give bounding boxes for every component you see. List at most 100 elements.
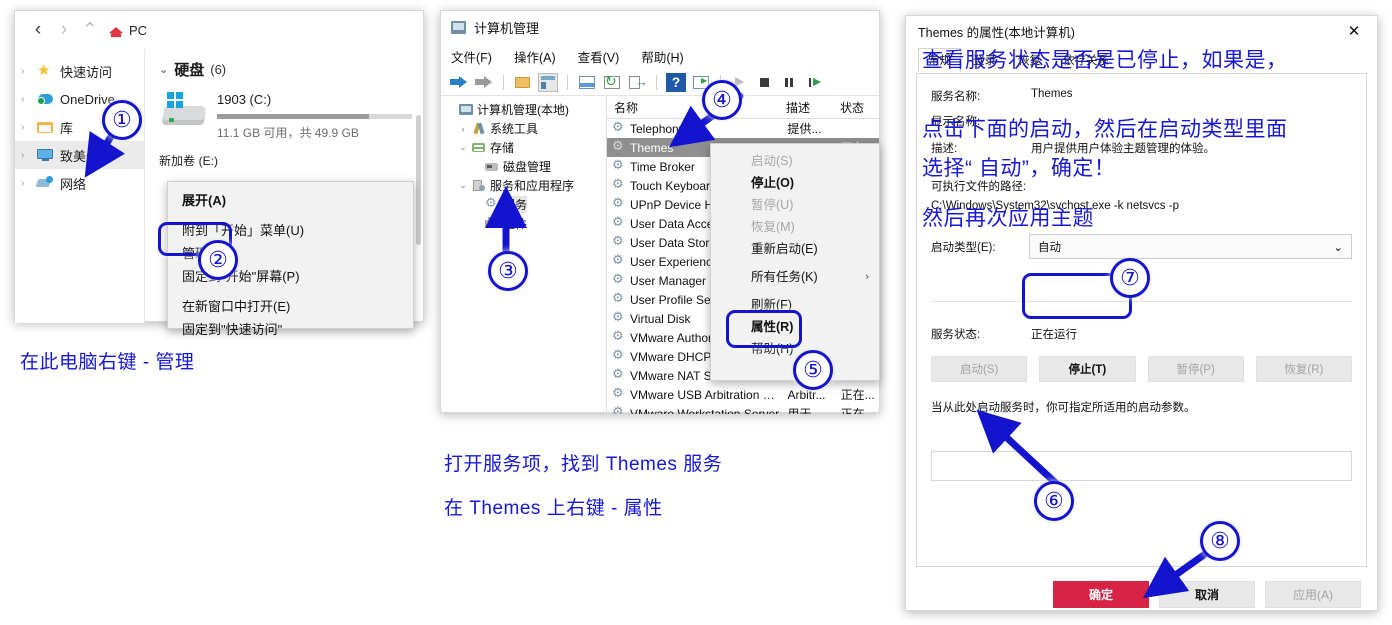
- console-tree-item-label: 系统工具: [490, 120, 538, 137]
- services-apps-icon: [472, 179, 486, 192]
- context-menu-item-expand[interactable]: 展开(A): [168, 189, 413, 212]
- back-button[interactable]: ‹: [25, 19, 51, 41]
- show-hide-tree-icon[interactable]: [538, 73, 558, 92]
- chevron-right-icon[interactable]: ›: [21, 178, 31, 189]
- toolbar-separator: [656, 75, 657, 90]
- context-menu-item-pin-quick-access[interactable]: 固定到"快速访问": [168, 318, 413, 341]
- sidebar-item-label: 库: [60, 118, 73, 137]
- gear-icon: [612, 179, 626, 192]
- refresh-icon[interactable]: [602, 73, 622, 92]
- column-header-description[interactable]: 描述: [779, 99, 833, 116]
- console-tree-item[interactable]: 控件: [445, 214, 606, 233]
- console-tree-item[interactable]: › 系统工具: [445, 119, 606, 138]
- back-icon[interactable]: [449, 73, 469, 92]
- chevron-right-icon[interactable]: ›: [21, 150, 31, 161]
- console-tree-item[interactable]: 磁盘管理: [445, 157, 606, 176]
- service-name: VMware USB Arbitration Ser...: [630, 388, 780, 402]
- star-icon: [37, 64, 54, 79]
- menu-help[interactable]: 帮助(H): [641, 47, 683, 66]
- scrollbar-thumb[interactable]: [416, 115, 421, 245]
- close-icon[interactable]: ✕: [1335, 17, 1373, 45]
- console-tree-item[interactable]: ⌄存储: [445, 138, 606, 157]
- startup-type-select[interactable]: 自动 ⌄: [1029, 234, 1352, 259]
- export-list-icon[interactable]: [627, 73, 647, 92]
- up-button[interactable]: ⌃: [77, 19, 103, 42]
- chevron-icon[interactable]: ⌄: [458, 142, 468, 153]
- menu-view[interactable]: 查看(V): [578, 47, 620, 66]
- service-menu-item[interactable]: 所有任务(K)›: [711, 266, 879, 288]
- forward-button[interactable]: ›: [51, 19, 77, 41]
- console-tree: 计算机管理(本地) › 系统工具⌄存储磁盘管理⌄服务和应用程序服务控件: [441, 96, 607, 414]
- gear-icon: [612, 160, 626, 173]
- stop-service-icon[interactable]: [755, 73, 775, 92]
- properties-icon[interactable]: [577, 73, 597, 92]
- service-name: Telephony: [630, 122, 780, 136]
- gear-icon: [612, 274, 626, 287]
- service-menu-item-label: 停止(O): [751, 176, 794, 190]
- cancel-button[interactable]: 取消: [1159, 581, 1255, 608]
- dialog-title-bar: Themes 的属性(本地计算机) ✕: [906, 16, 1377, 46]
- chevron-down-icon[interactable]: ⌄: [159, 63, 168, 76]
- console-tree-item[interactable]: 计算机管理(本地): [445, 100, 606, 119]
- wmi-icon: [485, 217, 499, 230]
- sidebar-item-label: OneDrive: [60, 92, 115, 107]
- apply-button[interactable]: 应用(A): [1265, 581, 1361, 608]
- up-folder-icon[interactable]: [513, 73, 533, 92]
- service-description: 用于: [780, 405, 833, 414]
- drive-usage-bar: [217, 114, 412, 119]
- column-header-name[interactable]: 名称: [607, 99, 779, 116]
- step-badge-3: ③: [488, 251, 528, 291]
- console-tree-item[interactable]: 服务: [445, 195, 606, 214]
- chevron-right-icon[interactable]: ›: [21, 94, 31, 105]
- chevron-icon[interactable]: ›: [458, 124, 468, 134]
- service-menu-item[interactable]: 重新启动(E): [711, 238, 879, 260]
- menu-file[interactable]: 文件(F): [451, 47, 492, 66]
- gear-icon: [612, 293, 626, 306]
- restart-service-icon[interactable]: [805, 73, 825, 92]
- home-icon: [109, 23, 123, 37]
- drive-group-header[interactable]: ⌄ 硬盘 (6): [159, 59, 423, 80]
- service-row[interactable]: Telephony提供...: [607, 119, 879, 138]
- monitor-icon: [37, 148, 54, 163]
- ok-button[interactable]: 确定: [1053, 581, 1149, 608]
- service-action-buttons: 启动(S)停止(T)暂停(P)恢复(R): [917, 356, 1366, 382]
- dialog-title: Themes 的属性(本地计算机): [918, 22, 1075, 41]
- step-badge-2: ②: [198, 240, 238, 280]
- console-tree-item[interactable]: ⌄服务和应用程序: [445, 176, 606, 195]
- chevron-right-icon[interactable]: ›: [21, 122, 31, 133]
- column-header-status[interactable]: 状态: [833, 99, 879, 116]
- sidebar-item-label: 快速访问: [60, 62, 112, 81]
- startup-type-row: 启动类型(E): 自动 ⌄: [917, 234, 1366, 259]
- chevron-icon[interactable]: ⌄: [458, 180, 468, 191]
- window-title-bar: 计算机管理: [441, 11, 879, 43]
- chevron-right-icon[interactable]: ›: [21, 66, 31, 77]
- computer-management-icon: [451, 21, 466, 34]
- start-parameters-input[interactable]: [931, 451, 1352, 481]
- submenu-arrow-icon: ›: [865, 266, 869, 288]
- help-icon[interactable]: [666, 73, 686, 92]
- chevron-down-icon[interactable]: ⌄: [1333, 240, 1343, 254]
- menu-action[interactable]: 操作(A): [514, 47, 556, 66]
- forward-icon[interactable]: [474, 73, 494, 92]
- service-menu-item: 暂停(U): [711, 194, 879, 216]
- sidebar-item-label: 网络: [60, 174, 86, 193]
- service-row[interactable]: VMware USB Arbitration Ser...Arbitr...正在…: [607, 385, 879, 404]
- gear-icon: [612, 255, 626, 268]
- service-description: 提供...: [780, 120, 833, 137]
- service-menu-item: 恢复(M): [711, 216, 879, 238]
- drive-letter: (E:): [199, 154, 218, 168]
- sidebar-item-network[interactable]: › 网络: [15, 169, 144, 197]
- annotation-status-text: 查看服务状态是否是已停止，如果是，: [922, 44, 1288, 78]
- service-start-button: 启动(S): [931, 356, 1027, 382]
- sidebar-item-this-pc[interactable]: › 致美化: [15, 141, 144, 169]
- context-menu-item-open-new-window[interactable]: 在新窗口中打开(E): [168, 295, 413, 318]
- drive-item-e[interactable]: 新加卷 (E:): [159, 152, 423, 169]
- pause-service-icon[interactable]: [780, 73, 800, 92]
- service-row[interactable]: VMware Workstation Server用于正在: [607, 404, 879, 414]
- service-stop-button[interactable]: 停止(T): [1039, 356, 1135, 382]
- breadcrumb[interactable]: PC: [109, 23, 147, 38]
- service-menu-item[interactable]: 停止(O): [711, 172, 879, 194]
- sidebar-item-quick-access[interactable]: › 快速访问: [15, 57, 144, 85]
- drive-name: 新加卷: [159, 154, 195, 168]
- drive-item-c[interactable]: 1903 (C:) 11.1 GB 可用，共 49.9 GB: [159, 92, 423, 141]
